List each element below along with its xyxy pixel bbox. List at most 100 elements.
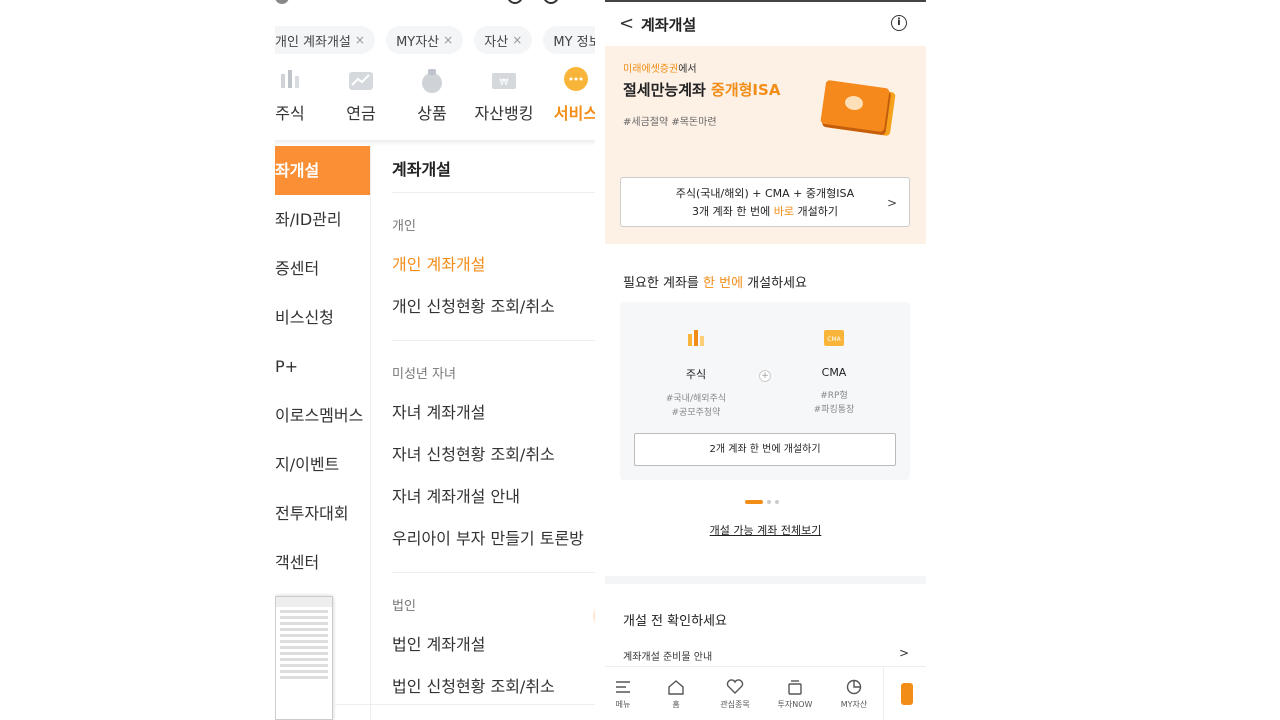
heart-icon bbox=[726, 679, 744, 694]
button-line1: 주식(국내/해외) + CMA + 중개형ISA bbox=[675, 187, 855, 200]
section-title: 계좌개설 bbox=[392, 146, 595, 193]
carousel-dot[interactable] bbox=[767, 499, 771, 504]
needed-accounts-section: 필요한 계좌를 한 번에 개설하세요 주식 #국내/해외주식 #공모주청약 + C… bbox=[605, 244, 926, 576]
left-menu-panel: 개인 계좌개설 × MY자산× 자산× MY 정보› 주식 연금 상품 ₩ 자산뱅… bbox=[275, 0, 595, 720]
group-title: 법인 bbox=[392, 599, 416, 614]
settings-icon[interactable] bbox=[543, 0, 559, 4]
isa-banner: 미래에셋증권에서 절세만능계좌 중개형ISA #세금절약 #목돈마련 주식(국내… bbox=[605, 46, 926, 244]
sidebar-item-investment-contest[interactable]: 전투자대회 bbox=[275, 489, 370, 538]
group-title: 개인 bbox=[392, 219, 416, 234]
chip-label: MY 정보 bbox=[553, 34, 595, 50]
chip[interactable]: MY 정보› bbox=[543, 26, 595, 54]
chip-label: 개인 계좌개설 bbox=[275, 34, 351, 50]
category-label: 주식 bbox=[275, 104, 305, 123]
category-stock[interactable]: 주식 bbox=[275, 66, 325, 124]
plus-icon: + bbox=[759, 370, 771, 382]
close-icon[interactable]: × bbox=[355, 33, 365, 47]
brand-name: 미래에셋증권 bbox=[623, 64, 679, 75]
tab-invest-now[interactable]: 투자NOW bbox=[767, 679, 823, 710]
link-corp-account-open[interactable]: 법인 계좌개설 bbox=[392, 624, 595, 666]
tab-home[interactable]: 홈 bbox=[648, 679, 704, 710]
category-label: 서비스 bbox=[553, 104, 595, 123]
left-bottom-bar bbox=[333, 704, 595, 720]
category-service[interactable]: 서비스 bbox=[541, 66, 595, 124]
banner-title: 절세만능계좌 중개형ISA bbox=[623, 79, 780, 100]
sidebar-item-p-plus[interactable]: P+ bbox=[275, 342, 370, 391]
open-two-accounts-button[interactable]: 2개 계좌 한 번에 개설하기 bbox=[634, 433, 896, 466]
link-corp-status[interactable]: 법인 신청현황 조회/취소 bbox=[392, 666, 595, 708]
logo-icon bbox=[275, 0, 289, 4]
group-title: 미성년 자녀 bbox=[392, 367, 456, 382]
category-label: 자산뱅킹 bbox=[474, 104, 534, 123]
product-combo-card[interactable]: 주식 #국내/해외주식 #공모주청약 + CMA CMA #RP형 #파킹통장 2개… bbox=[620, 302, 910, 480]
recent-chips: 개인 계좌개설 × MY자산× 자산× MY 정보› bbox=[275, 26, 595, 54]
chip[interactable]: 개인 계좌개설 × bbox=[275, 26, 375, 54]
app-shortcut-button[interactable] bbox=[883, 667, 926, 720]
product-tags: #RP형 #파킹통장 bbox=[813, 391, 855, 415]
screenshot-stage: 개인 계좌개설× MY자산× 자산× MY 정보› 주식 연금 상품 ₩ 자산뱅… bbox=[0, 0, 1280, 720]
open-three-accounts-button[interactable]: 주식(국내/해외) + CMA + 중개형ISA 3개 계좌 한 번에 바로 개… bbox=[620, 177, 910, 227]
floating-thumbnail[interactable] bbox=[275, 596, 333, 720]
home-icon bbox=[668, 680, 684, 695]
category-product[interactable]: 상품 bbox=[397, 66, 467, 124]
banner-subtitle: 미래에셋증권에서 bbox=[623, 60, 697, 75]
tab-watchlist[interactable]: 관심종목 bbox=[707, 679, 763, 710]
category-banking[interactable]: ₩ 자산뱅킹 bbox=[469, 66, 539, 124]
section-heading: 개설 전 확인하세요 bbox=[623, 614, 727, 629]
sidebar-item-account-id[interactable]: 좌/ID관리 bbox=[275, 195, 370, 244]
candlestick-icon bbox=[688, 330, 704, 346]
app-shortcut-icon bbox=[901, 683, 913, 705]
product-cma: CMA CMA #RP형 #파킹통장 bbox=[784, 328, 884, 417]
page-title: 계좌개설 bbox=[641, 16, 697, 34]
svg-text:₩: ₩ bbox=[500, 78, 509, 88]
category-pension[interactable]: 연금 bbox=[326, 66, 396, 124]
category-tabs: 주식 연금 상품 ₩ 자산뱅킹 서비스 bbox=[275, 66, 595, 130]
banner-title-highlight: 중개형ISA bbox=[711, 81, 781, 99]
sidebar-item-account-open[interactable]: 좌개설 bbox=[275, 146, 370, 195]
banner-title-main: 절세만능계좌 bbox=[623, 81, 712, 99]
wallet-icon: ₩ bbox=[492, 73, 516, 89]
tab-menu[interactable]: 메뉴 bbox=[605, 679, 651, 710]
tab-my-assets[interactable]: MY자산 bbox=[826, 679, 882, 710]
chevron-right-icon: > bbox=[898, 646, 909, 660]
left-top-bar bbox=[275, 0, 595, 10]
sidebar-item-cert-center[interactable]: 증센터 bbox=[275, 244, 370, 293]
chevron-right-icon: > bbox=[886, 196, 897, 210]
tab-label: 관심종목 bbox=[720, 700, 750, 709]
cma-card-icon: CMA bbox=[824, 330, 844, 346]
carousel-dot-active[interactable] bbox=[745, 499, 763, 504]
link-child-account-open[interactable]: 자녀 계좌개설 bbox=[392, 392, 595, 434]
chip[interactable]: 자산 × bbox=[474, 26, 533, 54]
link-personal-account-open[interactable]: 개인 계좌개설 bbox=[392, 244, 595, 286]
product-tags: #국내/해외주식 #공모주청약 bbox=[665, 394, 727, 418]
banner-tags: #세금절약 #목돈마련 bbox=[623, 117, 717, 128]
pie-chart-icon bbox=[846, 679, 862, 695]
link-child-guide[interactable]: 자녀 계좌개설 안내 bbox=[392, 476, 595, 518]
sidebar-item-customer-center[interactable]: 객센터 bbox=[275, 538, 370, 587]
carousel-dot[interactable] bbox=[775, 499, 779, 504]
chart-line-icon bbox=[349, 72, 373, 90]
tab-label: 메뉴 bbox=[615, 700, 631, 709]
sidebar-item-heroes-members[interactable]: 이로스멤버스 bbox=[275, 391, 370, 440]
chip[interactable]: MY자산 × bbox=[386, 26, 464, 54]
close-icon[interactable]: × bbox=[443, 33, 453, 47]
preparation-guide-row[interactable]: 계좌개설 준비물 안내 > bbox=[623, 646, 909, 663]
link-child-forum[interactable]: 우리아이 부자 만들기 토론방 bbox=[392, 518, 595, 560]
info-icon[interactable]: i bbox=[891, 15, 907, 31]
product-name: CMA bbox=[821, 366, 847, 379]
layers-icon bbox=[788, 680, 802, 695]
search-icon[interactable] bbox=[507, 0, 523, 4]
close-icon[interactable]: × bbox=[512, 33, 522, 47]
link-child-status[interactable]: 자녀 신청현황 조회/취소 bbox=[392, 434, 595, 476]
divider bbox=[392, 340, 595, 341]
back-icon[interactable]: < bbox=[619, 13, 634, 34]
sidebar-item-notice-event[interactable]: 지/이벤트 bbox=[275, 440, 370, 489]
view-all-accounts-link[interactable]: 개설 가능 계좌 전체보기 bbox=[605, 522, 926, 538]
category-label: 상품 bbox=[417, 104, 447, 123]
link-personal-status[interactable]: 개인 신청현황 조회/취소 bbox=[392, 286, 595, 328]
sidebar-item-service-request[interactable]: 비스신청 bbox=[275, 293, 370, 342]
chat-bubble-icon bbox=[564, 67, 588, 91]
product-name: 주식 bbox=[685, 368, 707, 381]
category-label: 연금 bbox=[346, 104, 376, 123]
carousel-indicator[interactable] bbox=[745, 491, 783, 504]
